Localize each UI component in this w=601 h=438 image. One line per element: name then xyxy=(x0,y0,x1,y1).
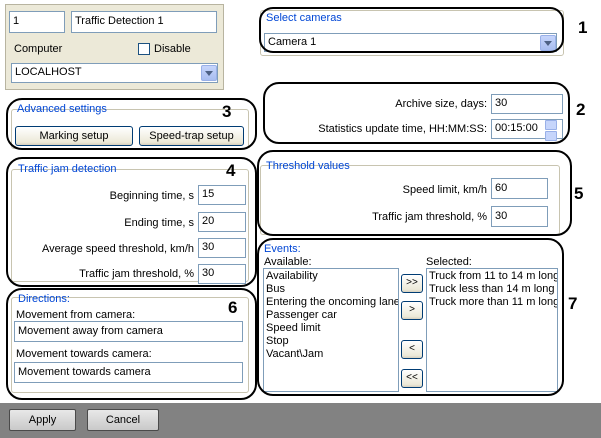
directions-title: Directions: xyxy=(18,293,70,305)
beginning-time-label: Beginning time, s xyxy=(109,190,194,202)
callout-5-number: 5 xyxy=(574,184,584,203)
movement-towards-label: Movement towards camera: xyxy=(16,348,152,360)
archive-size-label: Archive size, days: xyxy=(395,98,487,110)
stats-update-label: Statistics update time, HH:MM:SS: xyxy=(318,123,487,135)
add-event-button[interactable]: > xyxy=(401,301,423,320)
add-all-events-button[interactable]: >> xyxy=(401,274,423,293)
speed-limit-label: Speed limit, km/h xyxy=(402,184,487,196)
selected-events-list[interactable]: Truck from 11 to 14 m long Truck less th… xyxy=(426,268,558,392)
list-item[interactable]: Bus xyxy=(266,283,396,296)
ending-time-field[interactable]: 20 xyxy=(198,212,246,232)
camera-dropdown-value: Camera 1 xyxy=(268,36,317,48)
stats-update-spinner[interactable] xyxy=(545,120,557,141)
select-cameras-title: Select cameras xyxy=(266,12,342,24)
computer-label: Computer xyxy=(14,43,63,55)
jam-detection-title: Traffic jam detection xyxy=(18,163,117,175)
list-item[interactable]: Passenger car xyxy=(266,309,396,322)
ending-time-label: Ending time, s xyxy=(124,217,194,229)
computer-dropdown-arrow-icon[interactable] xyxy=(201,65,217,81)
list-item[interactable]: Truck from 11 to 14 m long xyxy=(429,270,557,283)
computer-dropdown-value: LOCALHOST xyxy=(15,66,82,78)
threshold-jam-label: Traffic jam threshold, % xyxy=(372,211,487,223)
jam-threshold-field[interactable]: 30 xyxy=(198,264,246,284)
disable-checkbox[interactable] xyxy=(138,43,150,55)
available-label: Available: xyxy=(264,256,312,268)
list-item[interactable]: Availability xyxy=(266,270,396,283)
name-field[interactable]: Traffic Detection 1 xyxy=(71,11,217,33)
archive-size-field[interactable]: 30 xyxy=(491,94,563,114)
speed-limit-field[interactable]: 60 xyxy=(491,178,548,199)
id-field[interactable]: 1 xyxy=(9,11,65,33)
list-item[interactable]: Truck less than 14 m long xyxy=(429,283,555,296)
movement-from-field[interactable]: Movement away from camera xyxy=(14,321,243,342)
threshold-jam-field[interactable]: 30 xyxy=(491,206,548,227)
callout-7-number: 7 xyxy=(568,294,578,313)
list-item[interactable]: Entering the oncoming lane xyxy=(266,296,398,309)
avg-speed-threshold-field[interactable]: 30 xyxy=(198,238,246,258)
list-item[interactable]: Stop xyxy=(266,335,396,348)
list-item[interactable]: Speed limit xyxy=(266,322,396,335)
advanced-settings-title: Advanced settings xyxy=(17,103,107,115)
camera-dropdown-arrow-icon[interactable] xyxy=(540,35,556,51)
beginning-time-field[interactable]: 15 xyxy=(198,185,246,205)
movement-towards-field[interactable]: Movement towards camera xyxy=(14,362,243,383)
remove-event-button[interactable]: < xyxy=(401,340,423,359)
remove-all-events-button[interactable]: << xyxy=(401,369,423,388)
list-item[interactable]: Truck more than 11 m long xyxy=(429,296,557,309)
marking-setup-button[interactable]: Marking setup xyxy=(15,126,133,146)
list-item[interactable]: Vacant\Jam xyxy=(266,348,396,361)
events-title: Events: xyxy=(264,243,301,255)
threshold-values-title: Threshold values xyxy=(266,160,350,172)
jam-threshold-label: Traffic jam threshold, % xyxy=(79,268,194,280)
selected-label: Selected: xyxy=(426,256,472,268)
avg-speed-threshold-label: Average speed threshold, km/h xyxy=(41,243,194,255)
computer-dropdown[interactable]: LOCALHOST xyxy=(11,63,218,83)
callout-3-number: 3 xyxy=(222,102,232,121)
callout-1-number: 1 xyxy=(578,18,588,37)
apply-button[interactable]: Apply xyxy=(9,409,76,431)
callout-2-number: 2 xyxy=(576,100,586,119)
cancel-button[interactable]: Cancel xyxy=(87,409,159,431)
callout-6-number: 6 xyxy=(228,298,238,317)
callout-4-number: 4 xyxy=(226,161,236,180)
speed-trap-setup-button[interactable]: Speed-trap setup xyxy=(139,126,244,146)
available-events-list[interactable]: Availability Bus Entering the oncoming l… xyxy=(263,268,399,392)
movement-from-label: Movement from camera: xyxy=(16,309,136,321)
disable-label: Disable xyxy=(154,43,191,55)
camera-dropdown[interactable]: Camera 1 xyxy=(264,33,557,52)
